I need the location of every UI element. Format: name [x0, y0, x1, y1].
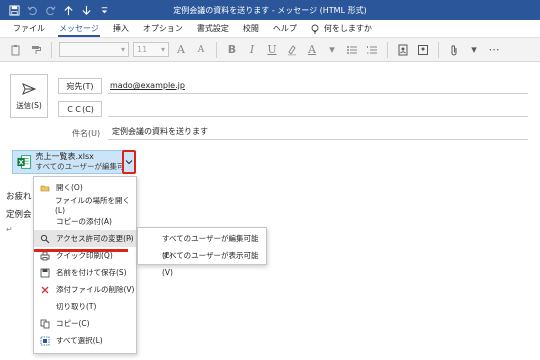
- body-line-1[interactable]: お疲れ: [6, 190, 32, 202]
- copy-icon: [40, 319, 50, 328]
- ribbon-separator: [387, 41, 388, 58]
- svg-text:X: X: [19, 159, 24, 166]
- subject-label: 件名(U): [72, 129, 101, 138]
- submenu-item-viewable[interactable]: すべてのユーザーが表示可能(V): [138, 247, 266, 277]
- open-icon: [40, 185, 50, 191]
- tab-help[interactable]: ヘルプ: [266, 20, 304, 38]
- address-book-icon[interactable]: [395, 42, 411, 58]
- paste-icon[interactable]: [8, 42, 24, 58]
- save-as-icon: [40, 268, 50, 277]
- attachment-context-menu: 開く(O) ファイルの場所を開く(L) コピーの添付(A) アクセス許可の変更(…: [33, 176, 137, 354]
- chevron-down-icon[interactable]: ▾: [466, 42, 482, 58]
- to-field[interactable]: mado@example.jp: [108, 78, 528, 94]
- lightbulb-icon: [311, 24, 319, 33]
- send-label: 送信(S): [16, 100, 42, 110]
- ribbon-toolbar: ▾ 11 ▾ A A B I U A ▾ ▾ ⋯: [0, 38, 540, 62]
- select-all-icon: [40, 336, 50, 345]
- redo-icon[interactable]: [42, 2, 58, 18]
- menu-item-cut[interactable]: 切り取り(T): [34, 298, 136, 315]
- menu-item-label: 名前を付けて保存(S): [56, 268, 127, 277]
- menu-item-label: 切り取り(T): [56, 302, 97, 311]
- menu-item-label: 添付ファイルの削除(V): [56, 285, 135, 294]
- ribbon-separator: [438, 41, 439, 58]
- cc-button[interactable]: ＣＣ(C): [58, 101, 102, 117]
- menu-item-label: コピーの添付(A): [56, 217, 112, 226]
- font-size-value: 11: [137, 45, 148, 54]
- tab-insert[interactable]: 挿入: [106, 20, 136, 38]
- tab-options[interactable]: オプション: [136, 20, 190, 38]
- cc-field[interactable]: [108, 101, 528, 117]
- body-line-2[interactable]: 定例会: [6, 208, 32, 220]
- subject-field[interactable]: 定例会議の資料を送ります: [108, 124, 528, 140]
- menu-item-label: コピー(C): [56, 319, 90, 328]
- save-icon[interactable]: [6, 2, 22, 18]
- send-button[interactable]: 送信(S): [10, 74, 48, 118]
- tell-me-label: 何をしますか: [323, 24, 372, 33]
- format-painter-icon[interactable]: [28, 42, 44, 58]
- menu-item-open[interactable]: 開く(O): [34, 179, 136, 196]
- bullets-icon[interactable]: [344, 42, 360, 58]
- submenu-item-editable[interactable]: すべてのユーザーが編集可能(E): [138, 230, 266, 260]
- tell-me-box[interactable]: 何をしますか: [310, 23, 372, 34]
- font-name-combo[interactable]: ▾: [59, 42, 129, 57]
- quick-access-toolbar: [0, 2, 112, 18]
- grow-font-icon[interactable]: A: [173, 43, 189, 56]
- attachment-permission: すべてのユーザーが編集可能: [35, 162, 124, 171]
- underline-icon[interactable]: U: [264, 43, 280, 56]
- tab-message[interactable]: メッセージ: [52, 20, 106, 38]
- menu-item-save-as[interactable]: 名前を付けて保存(S): [34, 264, 136, 281]
- to-button[interactable]: 宛先(T): [58, 78, 102, 94]
- tab-review[interactable]: 校閲: [236, 20, 266, 38]
- permission-submenu: すべてのユーザーが編集可能(E) すべてのユーザーが表示可能(V): [137, 227, 267, 277]
- highlight-underline: [34, 249, 128, 252]
- highlight-icon[interactable]: [284, 42, 300, 58]
- more-icon[interactable]: ⋯: [486, 42, 502, 58]
- bold-icon[interactable]: B: [224, 43, 240, 56]
- customize-qat-icon[interactable]: [96, 2, 112, 18]
- menu-item-label: ファイルの場所を開く(L): [54, 195, 130, 215]
- font-size-combo[interactable]: 11 ▾: [133, 42, 169, 57]
- search-icon: [40, 234, 50, 243]
- delete-icon: [41, 286, 49, 293]
- send-icon: [22, 82, 36, 95]
- to-address[interactable]: mado@example.jp: [110, 81, 185, 90]
- menu-item-change-permission[interactable]: アクセス許可の変更(P) ›: [34, 230, 136, 247]
- arrow-up-icon[interactable]: [60, 2, 76, 18]
- paragraph-mark: ↵: [6, 225, 13, 234]
- attachment-text: 売上一覧表.xlsx すべてのユーザーが編集可能: [36, 152, 124, 172]
- menu-item-copy[interactable]: コピー(C): [34, 315, 136, 332]
- chevron-right-icon: ›: [128, 234, 132, 243]
- print-icon: [40, 251, 50, 260]
- menu-item-label: 開く(O): [56, 183, 83, 192]
- tab-format[interactable]: 書式設定: [190, 20, 236, 38]
- menu-item-label: すべて選択(L): [56, 336, 103, 345]
- ribbon-tabs: ファイル メッセージ 挿入 オプション 書式設定 校閲 ヘルプ 何をしますか: [0, 20, 540, 38]
- attachment-name: 売上一覧表.xlsx: [35, 152, 94, 161]
- menu-item-label: アクセス許可の変更(P): [56, 234, 134, 243]
- attach-file-icon[interactable]: [446, 42, 462, 58]
- chevron-down-icon: ▾: [120, 45, 125, 54]
- check-names-icon[interactable]: [415, 42, 431, 58]
- menu-item-attach-copy[interactable]: コピーの添付(A): [34, 213, 136, 230]
- font-color-icon[interactable]: A: [304, 43, 320, 56]
- title-bar: 定例会議の資料を送ります - メッセージ (HTML 形式): [0, 0, 540, 20]
- chevron-down-icon: ▾: [160, 45, 165, 54]
- excel-file-icon: X: [17, 155, 32, 169]
- chevron-down-icon[interactable]: ▾: [324, 42, 340, 58]
- ribbon-separator: [51, 41, 52, 58]
- shrink-font-icon[interactable]: A: [193, 45, 209, 55]
- arrow-down-icon[interactable]: [78, 2, 94, 18]
- attachment-item[interactable]: X 売上一覧表.xlsx すべてのユーザーが編集可能: [12, 150, 124, 174]
- menu-item-select-all[interactable]: すべて選択(L): [34, 332, 136, 349]
- menu-item-remove-attachment[interactable]: 添付ファイルの削除(V): [34, 281, 136, 298]
- attachment-dropdown-button[interactable]: [122, 150, 136, 174]
- undo-icon[interactable]: [24, 2, 40, 18]
- ribbon-separator: [216, 41, 217, 58]
- italic-icon[interactable]: I: [244, 43, 260, 56]
- tab-file[interactable]: ファイル: [6, 20, 52, 38]
- menu-item-open-location[interactable]: ファイルの場所を開く(L): [34, 195, 136, 215]
- chevron-down-icon: [125, 160, 133, 165]
- numbering-icon[interactable]: [364, 42, 380, 58]
